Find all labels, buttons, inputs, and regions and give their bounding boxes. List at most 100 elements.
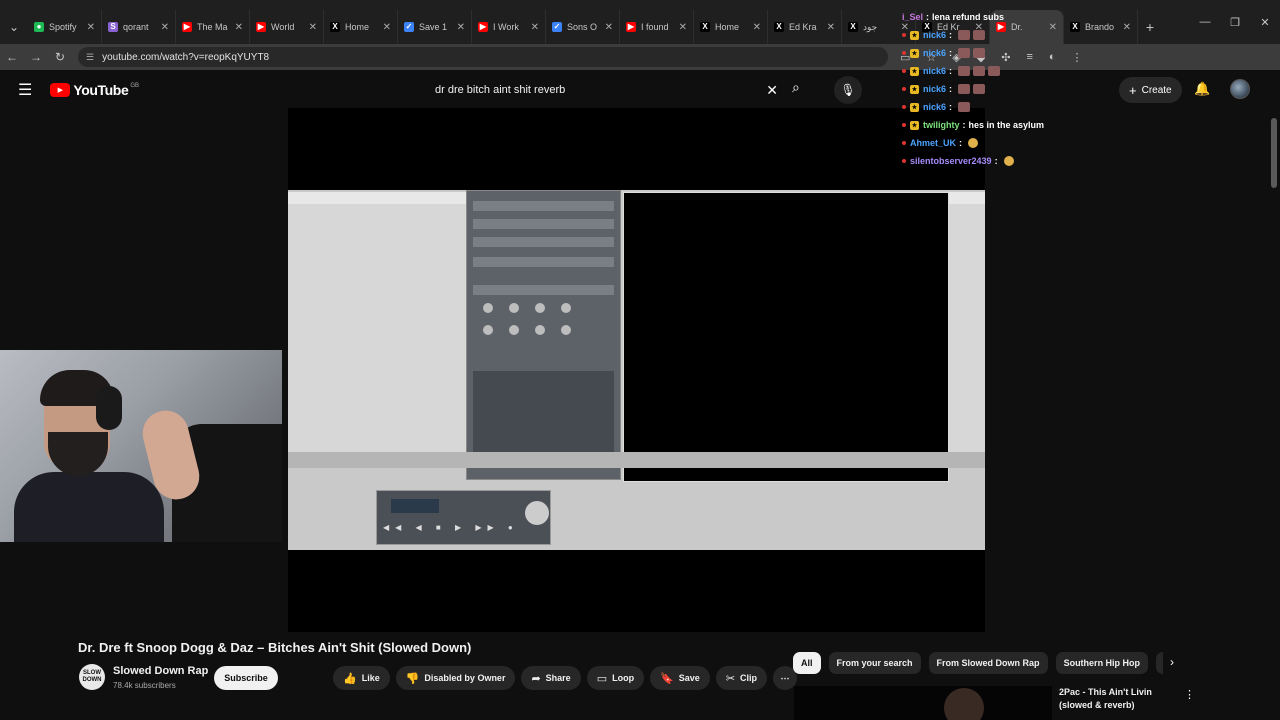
browser-tab[interactable]: ▶ I Work ✕ [472,10,546,44]
browser-tab[interactable]: ✓ Sons O ✕ [546,10,620,44]
tab-close-icon[interactable]: ✕ [87,22,95,33]
tab-favicon-icon: X [774,22,784,32]
transport-dial [525,501,549,525]
daw-left-window [288,192,466,462]
tab-favicon-icon: S [108,22,118,32]
tab-close-icon[interactable]: ✕ [309,22,317,33]
new-tab-button[interactable]: + [1138,10,1162,44]
chat-separator: : [949,102,953,112]
back-icon[interactable]: ← [0,50,24,64]
clip-button[interactable]: ✂ Clip [715,666,768,690]
person-body [14,472,164,542]
subscriber-count: 78.4k subscribers [113,681,176,690]
subscribe-button[interactable]: Subscribe [214,666,278,690]
browser-tab[interactable]: X Home ✕ [324,10,398,44]
guide-menu-icon[interactable]: ☰ [18,80,32,100]
channel-avatar[interactable]: SLOW DOWN [79,664,105,690]
tab-close-icon[interactable]: ✕ [605,22,613,33]
video-title: Dr. Dre ft Snoop Dogg & Daz – Bitches Ai… [78,640,472,655]
plus-icon: + [1129,82,1137,98]
close-window-icon[interactable]: ✕ [1250,0,1280,44]
browser-tab[interactable]: X Home ✕ [694,10,768,44]
page-scrollbar[interactable] [1271,108,1277,720]
account-avatar[interactable] [1230,79,1250,99]
like-button[interactable]: 👍 Like [333,666,390,690]
chat-message: ★ nick6: [902,44,1102,62]
filter-chip[interactable]: From Slowed Down Rap [928,652,1048,674]
tab-close-icon[interactable]: ✕ [161,22,169,33]
browser-tab[interactable]: ✓ Save 1 ✕ [398,10,472,44]
tab-close-icon[interactable]: ✕ [531,22,539,33]
voice-search-icon[interactable]: 🎙 [834,76,862,104]
chat-username[interactable]: Ahmet_UK [910,138,956,148]
emote-icon [958,30,971,40]
browser-tab[interactable]: ▶ The Ma ✕ [176,10,250,44]
chat-username[interactable]: silentobserver2439 [910,156,992,166]
url-field[interactable]: ☰ youtube.com/watch?v=reopKqYUYT8 [78,47,888,67]
mixer-knob [509,325,519,335]
video-actions: 👍 Like 👎 Disabled by Owner ➦ Share ▭ Loop 🔖 Save ✂… [333,666,798,690]
live-dot-icon [902,87,906,91]
youtube-logo[interactable]: ▶ YouTube GB [50,82,139,98]
search-input[interactable]: dr dre bitch aint shit reverb ✕ [426,76,786,104]
tab-close-icon[interactable]: ✕ [383,22,391,33]
tab-close-icon[interactable]: ✕ [753,22,761,33]
tab-close-icon[interactable]: ✕ [679,22,687,33]
restore-icon[interactable]: ❐ [1220,0,1250,44]
chat-message: ★ nick6: [902,62,1102,80]
more-options-icon[interactable]: ⋮ [1184,688,1195,701]
bookmark-icon: 🔖 [660,672,674,685]
tab-favicon-icon: ▶ [478,22,488,32]
minimize-icon[interactable]: — [1190,0,1220,44]
tab-close-icon[interactable]: ✕ [457,22,465,33]
filter-chip[interactable]: All [793,652,821,674]
browser-tab[interactable]: Sqorant ✕ [102,10,176,44]
chat-username[interactable]: twilighty [923,120,960,130]
emote-icon [1003,156,1014,166]
channel-name[interactable]: Slowed Down Rap [113,665,208,677]
loop-button[interactable]: ▭ Loop [586,666,645,690]
scrollbar-thumb[interactable] [1271,118,1277,188]
tab-search-icon[interactable]: ⌄ [0,10,28,44]
filter-chip[interactable]: Southern Hip Hop [1055,652,1149,674]
recommendation-title[interactable]: 2Pac - This Ain't Livin (slowed & reverb… [1059,686,1179,712]
action-label: Like [361,673,380,683]
notifications-icon[interactable]: 🔔 [1194,81,1210,97]
chat-username[interactable]: nick6 [923,84,946,94]
forward-icon[interactable]: → [24,50,48,64]
search-icon[interactable]: ⌕ [792,79,800,96]
tab-title: Home [345,22,370,32]
tab-title: Home [715,22,740,32]
chat-username[interactable]: i_Sel [902,12,923,22]
youtube-play-icon: ▶ [50,83,71,97]
chat-username[interactable]: nick6 [923,102,946,112]
tab-title: I Work [493,22,519,32]
browser-tab[interactable]: X Ed Kra ✕ [768,10,842,44]
chat-username[interactable]: nick6 [923,48,946,58]
site-info-icon[interactable]: ☰ [86,52,94,63]
chat-username[interactable]: nick6 [923,66,946,76]
filter-chip[interactable]: From your search [828,652,921,674]
subscriber-badge-icon: ★ [910,102,919,112]
share-button[interactable]: ➦ Share [521,666,581,690]
chat-username[interactable]: nick6 [923,30,946,40]
clear-search-icon[interactable]: ✕ [766,82,778,99]
mixer-row [473,257,614,267]
tab-favicon-icon: ▶ [626,22,636,32]
browser-tab[interactable]: ▶ I found ✕ [620,10,694,44]
disabled-by-owner-button[interactable]: 👎 Disabled by Owner [395,666,516,690]
emote-icon [988,66,1001,76]
filter-chip[interactable]: Re [1156,652,1163,674]
tab-close-icon[interactable]: ✕ [1123,22,1131,33]
reload-icon[interactable]: ↻ [48,50,72,64]
tab-close-icon[interactable]: ✕ [827,22,835,33]
create-button[interactable]: + Create [1119,77,1182,103]
recommendation-thumbnail[interactable] [794,686,1052,720]
chevron-right-icon[interactable]: › [1170,655,1174,669]
mixer-knob [483,325,493,335]
browser-tab[interactable]: ▶ World ✕ [250,10,324,44]
browser-tab[interactable]: ● Spotify ✕ [28,10,102,44]
webcam-overlay [0,350,282,542]
save-button[interactable]: 🔖 Save [650,666,710,690]
tab-close-icon[interactable]: ✕ [235,22,243,33]
